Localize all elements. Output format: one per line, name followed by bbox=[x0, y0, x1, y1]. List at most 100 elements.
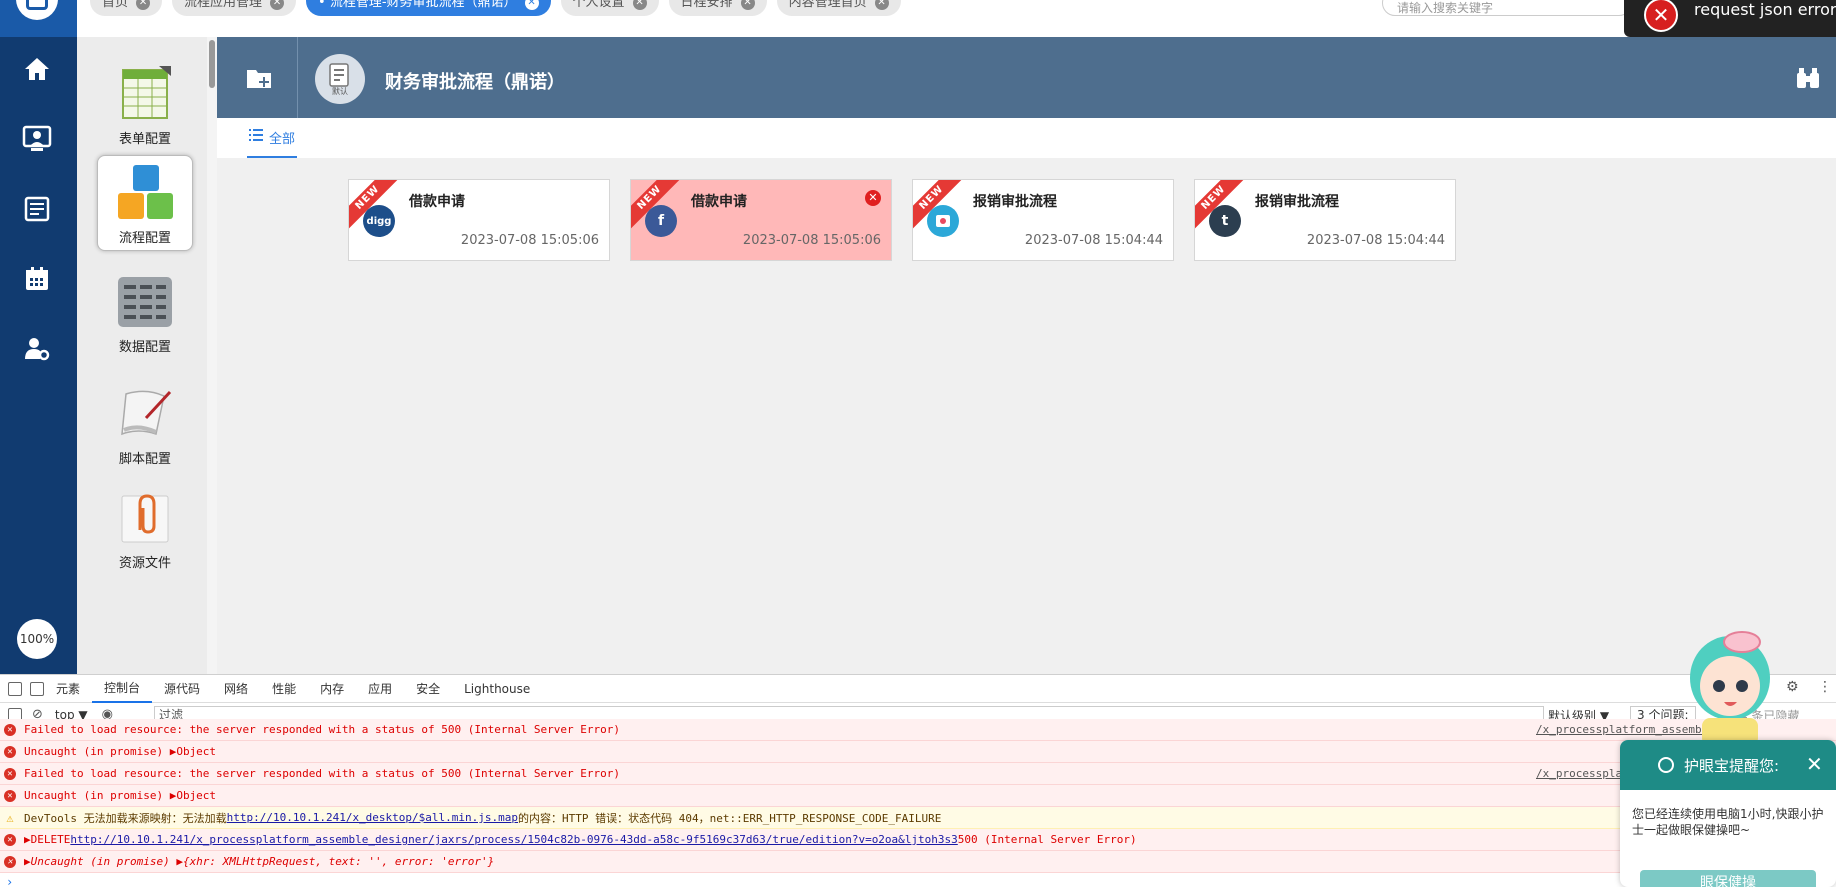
zoom-level-badge[interactable]: 100% bbox=[17, 619, 57, 659]
process-card[interactable]: NEW digg 借款申请 2023-07-08 15:05:06 bbox=[348, 179, 610, 261]
config-scrollbar[interactable] bbox=[207, 37, 217, 674]
console-log-row: ✕ ▶Uncaught (in promise) ▶{xhr: XMLHttpRe… bbox=[0, 851, 1836, 873]
error-toast: ✕ request json error bbox=[1624, 0, 1836, 37]
devtools-tab-application[interactable]: 应用 bbox=[356, 675, 404, 703]
console-log-row: ✕ Failed to load resource: the server res… bbox=[0, 763, 1836, 785]
log-text: Failed to load resource: the server resp… bbox=[24, 723, 621, 736]
eye-care-header: 护眼宝提醒您: ✕ bbox=[1620, 740, 1836, 790]
tab-close-icon[interactable]: ✕ bbox=[740, 0, 755, 10]
log-text: DevTools 无法加载来源映射：无法加载 bbox=[24, 811, 227, 825]
log-link[interactable]: http://10.10.1.241/x_processplatform_ass… bbox=[70, 833, 957, 846]
eye-care-reminder: 护眼宝提醒您: ✕ 您已经连续使用电脑1小时,快跟小护士一起做眼保健操吧~ 眼保… bbox=[1620, 740, 1836, 887]
error-icon: ✕ bbox=[4, 855, 16, 868]
home-icon[interactable] bbox=[20, 52, 54, 86]
script-config-item[interactable]: 脚本配置 bbox=[97, 375, 193, 471]
config-label: 流程配置 bbox=[118, 231, 171, 246]
console-prompt[interactable]: › bbox=[6, 875, 13, 887]
process-card[interactable]: NEW t 报销审批流程 2023-07-08 15:04:44 bbox=[1194, 179, 1456, 261]
more-options-icon[interactable]: ⋮ bbox=[1818, 679, 1832, 695]
binoculars-icon[interactable] bbox=[1795, 65, 1821, 91]
delete-card-icon[interactable]: ✕ bbox=[865, 190, 881, 206]
header-divider bbox=[297, 37, 298, 118]
config-panel: 表单配置 流程配置 数据配置 脚本配置 资源文件 bbox=[77, 37, 217, 674]
console-log-row: ✕ Failed to load resource: the server res… bbox=[0, 719, 1836, 741]
devtools-tab-elements[interactable]: 元素 bbox=[44, 675, 92, 703]
devtools-panel: 元素 控制台 源代码 网络 性能 内存 应用 安全 Lighthouse ⚙ ⋮… bbox=[0, 674, 1836, 887]
tab-close-icon[interactable]: ✕ bbox=[632, 0, 647, 10]
close-icon[interactable]: ✕ bbox=[1806, 752, 1823, 776]
list-icon bbox=[249, 129, 263, 145]
devtools-tab-sources[interactable]: 源代码 bbox=[152, 675, 212, 703]
devtools-tabs: 元素 控制台 源代码 网络 性能 内存 应用 安全 Lighthouse bbox=[0, 675, 1836, 703]
tab-close-icon[interactable]: ✕ bbox=[524, 0, 539, 10]
tab-content-management[interactable]: 内容管理首页 ✕ bbox=[776, 0, 901, 16]
devtools-tab-performance[interactable]: 性能 bbox=[260, 675, 308, 703]
log-text[interactable]: Uncaught (in promise) ▶Object bbox=[24, 745, 216, 758]
tab-label: • 流程管理-财务审批流程（鼎诺） bbox=[318, 0, 517, 10]
tab-label: 内容管理首页 bbox=[788, 0, 867, 10]
tab-home[interactable]: 首页 ✕ bbox=[90, 0, 163, 16]
document-list-icon[interactable] bbox=[20, 192, 54, 226]
form-config-item[interactable]: 表单配置 bbox=[97, 55, 193, 151]
eye-exercise-button[interactable]: 眼保健操 bbox=[1640, 870, 1816, 887]
tab-close-icon[interactable]: ✕ bbox=[136, 0, 151, 10]
user-settings-icon[interactable] bbox=[20, 332, 54, 366]
settings-gear-icon[interactable]: ⚙ bbox=[1786, 680, 1800, 694]
log-text[interactable]: ▶DELETE bbox=[24, 833, 70, 846]
tab-strip: 首页 ✕ 流程应用管理 ✕ • 流程管理-财务审批流程（鼎诺） ✕ 个人设置 ✕ 日程安… bbox=[90, 0, 901, 16]
warning-icon: ⚠ bbox=[6, 810, 14, 825]
process-card[interactable]: NEW 报销审批流程 2023-07-08 15:04:44 bbox=[912, 179, 1174, 261]
process-app-icon bbox=[927, 205, 959, 237]
monitor-user-icon[interactable] bbox=[20, 122, 54, 156]
devtools-tab-console[interactable]: 控制台 bbox=[92, 675, 153, 703]
log-text[interactable]: ▶Uncaught (in promise) ▶{xhr: XMLHttpReq… bbox=[24, 855, 494, 868]
error-icon: ✕ bbox=[4, 745, 16, 758]
eye-care-icon bbox=[1658, 757, 1674, 773]
tab-schedule[interactable]: 日程安排 ✕ bbox=[668, 0, 767, 16]
facebook-icon: f bbox=[645, 205, 677, 237]
resource-file-icon bbox=[115, 490, 175, 546]
config-scrollbar-thumb[interactable] bbox=[209, 40, 215, 88]
add-folder-icon[interactable] bbox=[245, 64, 273, 92]
logo-area bbox=[0, 0, 77, 37]
data-config-item[interactable]: 数据配置 bbox=[97, 263, 193, 359]
process-card[interactable]: NEW f 借款申请 2023-07-08 15:05:06 ✕ bbox=[630, 179, 892, 261]
eye-care-message: 您已经连续使用电脑1小时,快跟小护士一起做眼保健操吧~ bbox=[1632, 807, 1824, 837]
tab-personal-settings[interactable]: 个人设置 ✕ bbox=[560, 0, 659, 16]
page-title: 财务审批流程（鼎诺） bbox=[385, 72, 565, 93]
devtools-tab-lighthouse[interactable]: Lighthouse bbox=[452, 675, 542, 703]
filter-all-tab[interactable]: 全部 bbox=[247, 118, 298, 158]
nurse-mascot[interactable] bbox=[1682, 628, 1778, 748]
tumblr-icon: t bbox=[1209, 205, 1241, 237]
log-text: 500 (Internal Server Error) bbox=[957, 833, 1137, 846]
tab-process-app-management[interactable]: 流程应用管理 ✕ bbox=[172, 0, 297, 16]
log-text[interactable]: Uncaught (in promise) ▶Object bbox=[24, 789, 216, 802]
process-config-item[interactable]: 流程配置 bbox=[97, 155, 193, 251]
left-nav: 100% bbox=[0, 37, 77, 674]
app-avatar: 默认 bbox=[315, 54, 365, 104]
filter-all-label: 全部 bbox=[269, 131, 296, 147]
resource-file-item[interactable]: 资源文件 bbox=[97, 479, 193, 575]
devtools-tab-memory[interactable]: 内存 bbox=[308, 675, 356, 703]
device-toggle-icon[interactable] bbox=[30, 681, 44, 696]
console-log-row: ✕ Uncaught (in promise) ▶Object bbox=[0, 741, 1836, 763]
app-logo-icon[interactable] bbox=[16, 0, 58, 20]
search-input[interactable]: 请输入搜索关键字 bbox=[1382, 0, 1632, 16]
devtools-tab-network[interactable]: 网络 bbox=[212, 675, 260, 703]
tab-label: 流程应用管理 bbox=[184, 0, 263, 10]
tab-label: 日程安排 bbox=[680, 0, 733, 10]
config-label: 表单配置 bbox=[118, 132, 171, 147]
calendar-icon[interactable] bbox=[20, 262, 54, 296]
log-link[interactable]: http://10.10.1.241/x_desktop/$all.min.js… bbox=[227, 811, 518, 824]
digg-icon: digg bbox=[363, 205, 395, 237]
log-text: 的内容：HTTP 错误：状态代码 404，net::ERR_HTTP_RESPO… bbox=[518, 811, 942, 825]
tab-process-management[interactable]: • 流程管理-财务审批流程（鼎诺） ✕ bbox=[306, 0, 551, 16]
tab-close-icon[interactable]: ✕ bbox=[270, 0, 285, 10]
tab-close-icon[interactable]: ✕ bbox=[874, 0, 889, 10]
inspect-icon[interactable] bbox=[8, 681, 22, 696]
devtools-tab-security[interactable]: 安全 bbox=[404, 675, 452, 703]
form-config-icon bbox=[115, 66, 175, 122]
error-icon: ✕ bbox=[1644, 0, 1678, 32]
error-icon: ✕ bbox=[4, 789, 16, 802]
tab-label: 个人设置 bbox=[572, 0, 625, 10]
